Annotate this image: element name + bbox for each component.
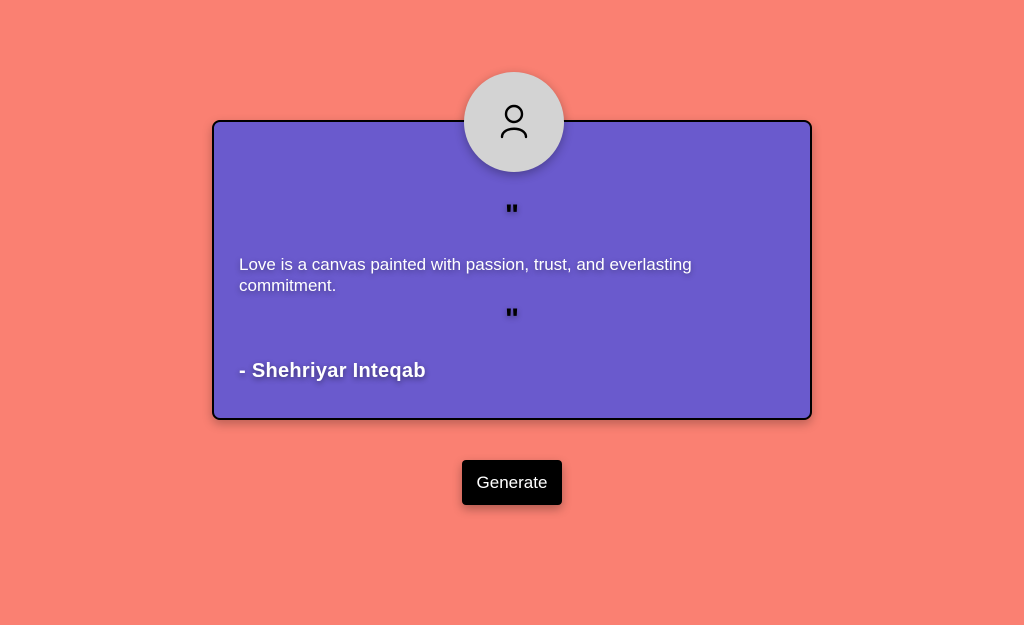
- quote-author: - Shehriyar Inteqab: [239, 360, 426, 382]
- generate-button[interactable]: Generate: [462, 460, 562, 505]
- quote-text: Love is a canvas painted with passion, t…: [239, 255, 692, 295]
- user-icon: [500, 104, 528, 139]
- open-quote-mark: ": [504, 199, 520, 232]
- avatar: [464, 72, 564, 172]
- close-quote-mark: ": [504, 303, 520, 336]
